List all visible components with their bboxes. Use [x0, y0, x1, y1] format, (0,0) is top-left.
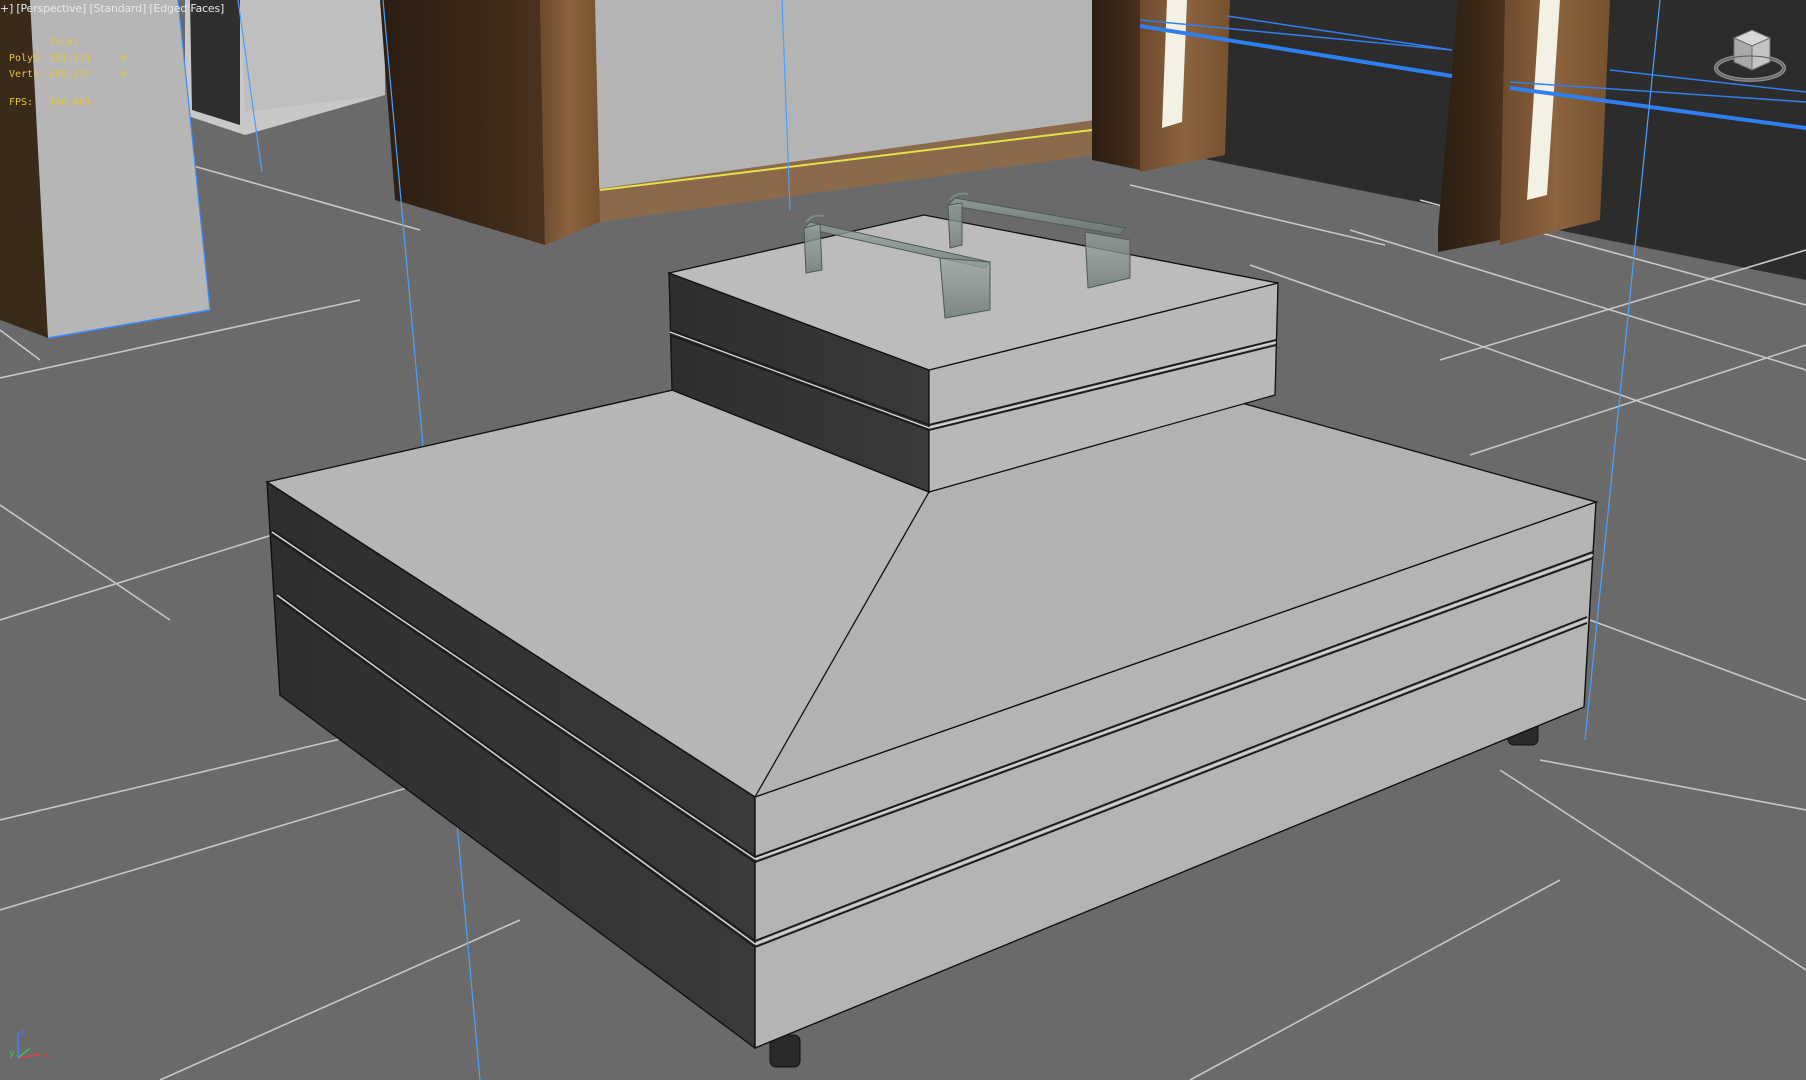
perspective-viewport[interactable]: +] [Perspective] [Standard] [Edged Faces…	[0, 0, 1806, 1080]
scene-render[interactable]	[0, 0, 1806, 1080]
stats-fps-label: FPS:	[9, 97, 34, 108]
left-wall-dark	[190, 0, 240, 125]
stats-verts-label: Verts:	[9, 69, 46, 80]
axis-z-label: z	[20, 1028, 25, 1038]
stats-polys-total: 391,531	[49, 53, 92, 64]
viewport-menu-shading[interactable]: Standard	[94, 2, 143, 15]
axis-tripod-icon: x y z	[9, 1028, 50, 1061]
stats-fps-value: 166,001	[49, 97, 92, 108]
stats-polys-selected: 0	[121, 53, 128, 64]
axis-x-label: x	[44, 1051, 50, 1061]
stats-row-polys: Polys: 391,531 0	[9, 51, 127, 67]
viewcube-icon[interactable]	[1712, 20, 1788, 86]
viewport-label[interactable]: +] [Perspective] [Standard] [Edged Faces…	[0, 2, 224, 15]
wood-column-mid-dark	[1092, 0, 1142, 170]
viewport-menu-perspective[interactable]: Perspective	[21, 2, 83, 15]
stats-row-fps: FPS: 166,001	[9, 95, 127, 111]
viewport-menu-edged-faces[interactable]: Edged Faces	[153, 2, 220, 15]
statistics-overlay: Total Polys: 391,531 0 Verts: 285,237 0 …	[9, 35, 127, 111]
stats-header: Total	[49, 37, 80, 48]
wood-column-left-light	[540, 0, 600, 245]
axis-y-label: y	[9, 1049, 15, 1059]
stats-verts-total: 285,237	[49, 69, 92, 80]
left-wall-face	[240, 0, 385, 112]
stats-row-verts: Verts: 285,237 0	[9, 67, 127, 83]
viewport-menu-plus[interactable]: +	[0, 2, 9, 15]
stats-polys-label: Polys:	[9, 53, 46, 64]
stats-verts-selected: 0	[121, 69, 128, 80]
